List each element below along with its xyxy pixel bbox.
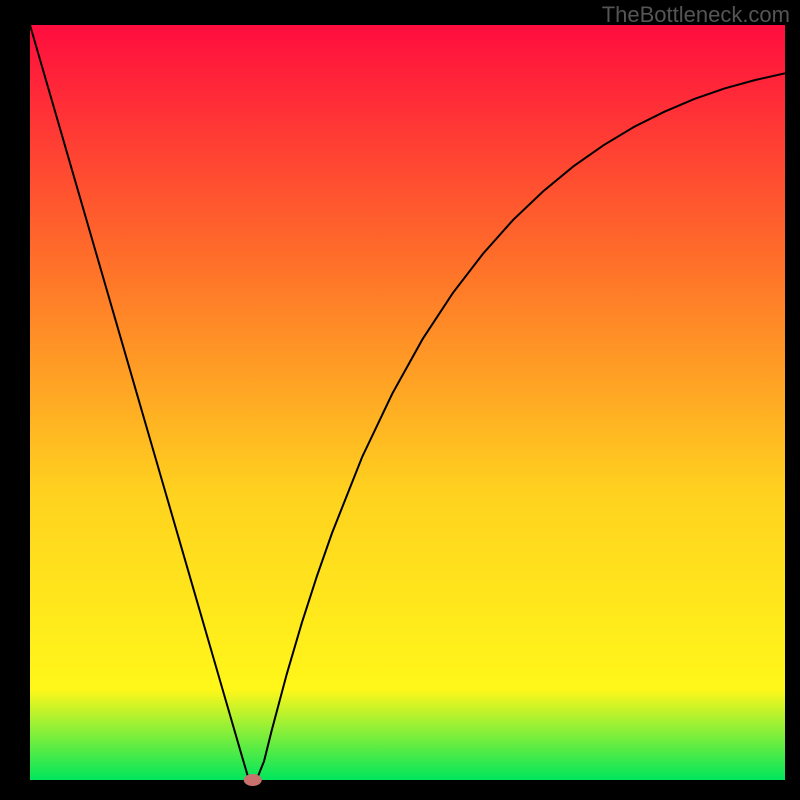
optimal-point-marker [244, 774, 262, 786]
chart-svg [0, 0, 800, 800]
plot-background [30, 25, 785, 780]
bottleneck-chart: TheBottleneck.com [0, 0, 800, 800]
watermark-text: TheBottleneck.com [602, 2, 790, 28]
